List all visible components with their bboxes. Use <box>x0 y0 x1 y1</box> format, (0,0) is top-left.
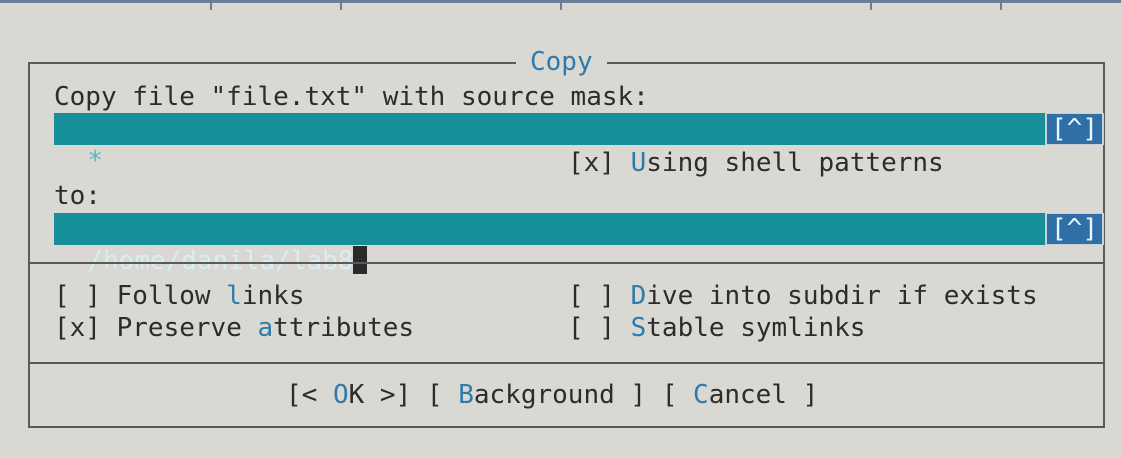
dialog-title: Copy <box>516 47 607 77</box>
source-mask-value: * <box>87 146 103 176</box>
follow-links-label-post: inks <box>241 281 305 311</box>
stable-symlinks-mark: [ ] <box>568 313 631 343</box>
dive-subdir-hotkey: D <box>630 281 647 311</box>
stable-symlinks-label: table symlinks <box>646 313 866 343</box>
source-history-label: [^] <box>1047 114 1102 144</box>
destination-history-button[interactable]: [^] <box>1045 213 1104 245</box>
to-label: to: <box>54 181 101 211</box>
dive-subdir-label: ive into subdir if exists <box>646 281 1038 311</box>
source-history-button[interactable]: [^] <box>1045 113 1104 145</box>
ok-pre: [< <box>286 380 333 410</box>
preserve-attributes-checkbox[interactable]: [x] Preserve attributes <box>54 312 414 344</box>
source-mask-label: Copy file "file.txt" with source mask: <box>54 82 649 112</box>
source-mask-input[interactable]: * [^] <box>54 113 1104 176</box>
follow-links-checkbox[interactable]: [ ] Follow links <box>54 280 304 312</box>
ok-post: K >] <box>348 380 412 410</box>
text-cursor <box>353 246 368 274</box>
cancel-button[interactable]: [ Cancel ] <box>662 380 819 410</box>
button-row: [< OK >] [ Background ] [ Cancel ] <box>286 379 818 411</box>
separator-options <box>28 262 1105 264</box>
destination-value: /home/danila/lab8 <box>87 246 354 276</box>
ok-hotkey: O <box>332 380 349 410</box>
follow-links-hotkey: l <box>226 281 242 311</box>
preserve-attributes-mark: [x] <box>54 313 117 343</box>
ok-button[interactable]: [< OK >] <box>286 380 411 410</box>
shell-patterns-hotkey: U <box>630 148 647 178</box>
background-post: ackground ] <box>473 380 647 410</box>
destination-input[interactable]: /home/danila/lab8 [^] <box>54 213 1104 276</box>
background-pre: [ <box>426 380 459 410</box>
cancel-hotkey: C <box>693 380 709 410</box>
preserve-attributes-label-post: ttributes <box>273 313 415 343</box>
preserve-attributes-label-pre: Preserve <box>116 313 258 343</box>
shell-patterns-mark: [x] <box>568 148 631 178</box>
follow-links-mark: [ ] <box>54 281 117 311</box>
shell-patterns-checkbox[interactable]: [x] Using shell patterns <box>568 147 944 179</box>
dive-into-subdir-checkbox[interactable]: [ ] Dive into subdir if exists <box>568 280 1038 312</box>
shell-patterns-label: sing shell patterns <box>646 148 944 178</box>
cancel-pre: [ <box>661 380 694 410</box>
dive-subdir-mark: [ ] <box>568 281 631 311</box>
separator-buttons <box>28 362 1105 364</box>
background-hotkey: B <box>458 380 474 410</box>
stable-symlinks-checkbox[interactable]: [ ] Stable symlinks <box>568 312 865 344</box>
destination-history-label: [^] <box>1047 214 1102 244</box>
cancel-post: ancel ] <box>708 380 819 410</box>
preserve-attributes-hotkey: a <box>257 313 274 343</box>
background-panel-strip <box>0 0 1121 10</box>
follow-links-label-pre: Follow <box>116 281 227 311</box>
background-button[interactable]: [ Background ] <box>427 380 646 410</box>
stable-symlinks-hotkey: S <box>630 313 647 343</box>
